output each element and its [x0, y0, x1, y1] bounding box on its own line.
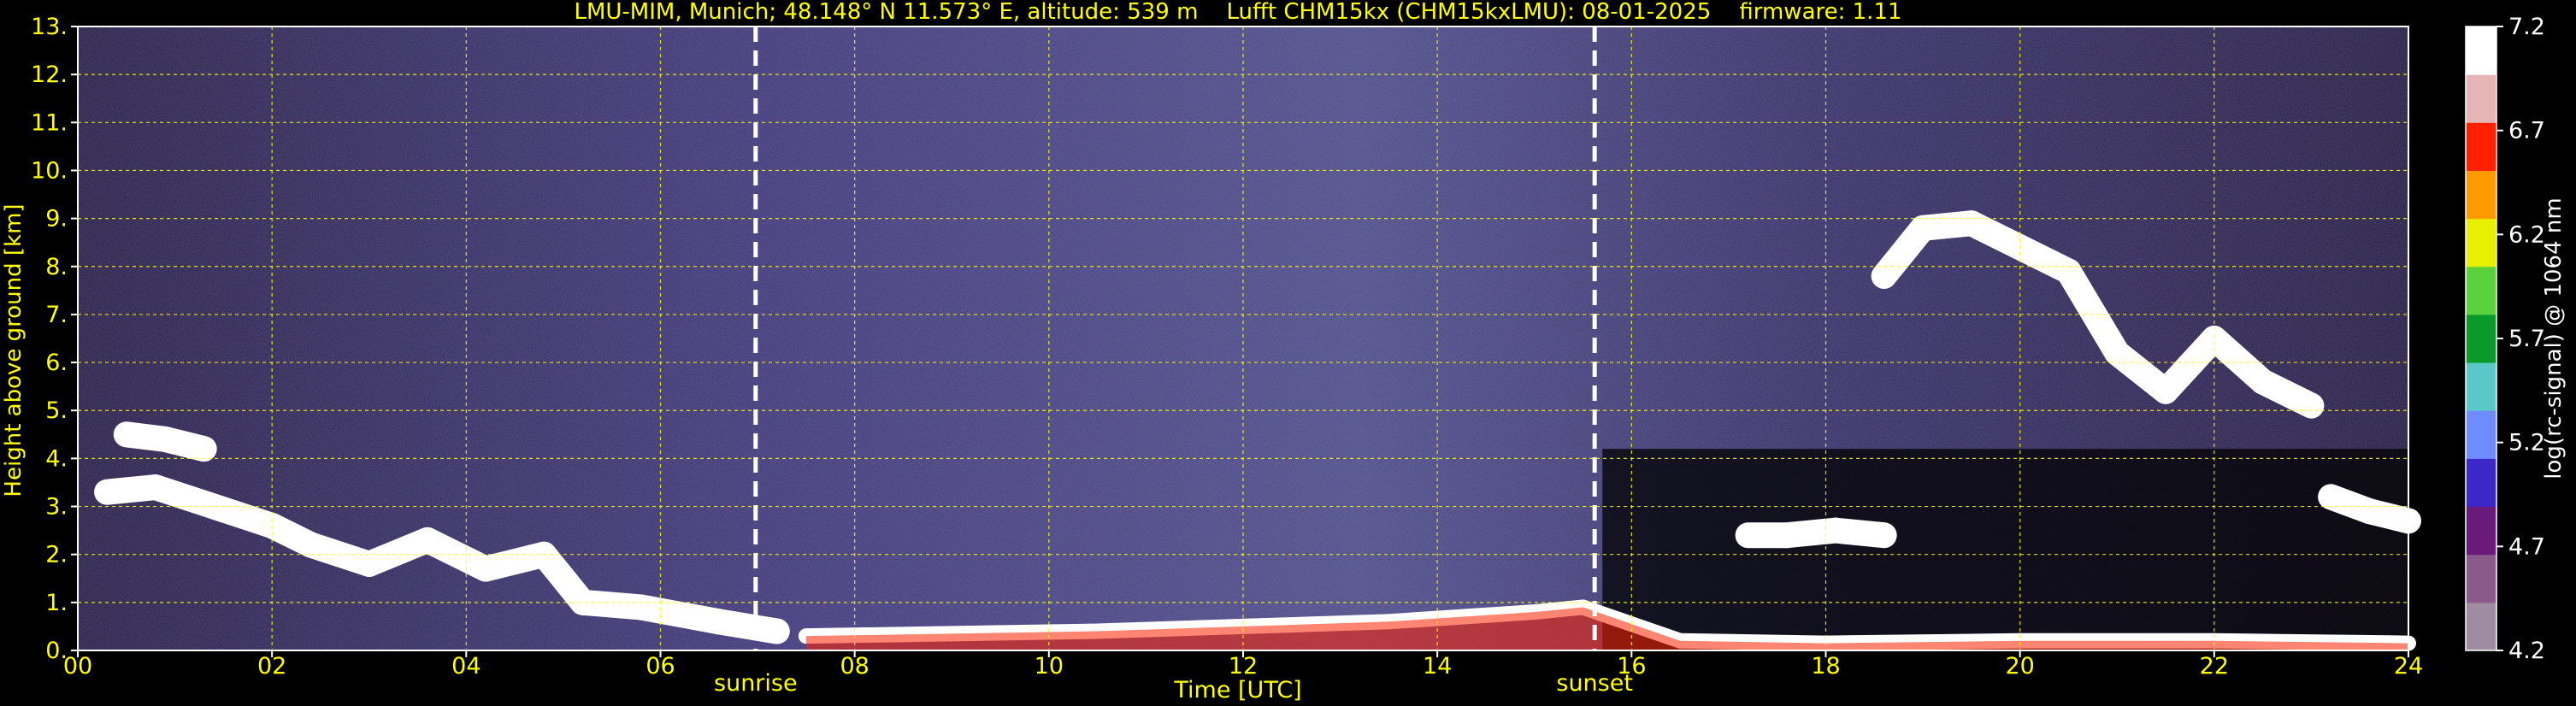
colorbar-tick-label: 7.2 — [2508, 14, 2545, 40]
feature-point — [307, 541, 315, 549]
y-tick-label: 5. — [45, 397, 68, 424]
y-axis-label: Height above ground [km] — [1, 203, 27, 497]
colorbar-swatch — [2466, 314, 2496, 363]
x-tick-label: 12 — [1229, 653, 1258, 680]
feature-point — [365, 560, 373, 568]
x-tick-label: 20 — [2005, 653, 2034, 680]
colorbar-tick-label: 4.2 — [2508, 638, 2545, 664]
colorbar-label: log(rc-signal) @ 1064 nm — [2541, 197, 2567, 479]
x-tick-label: 18 — [1811, 653, 1840, 680]
feature-segment — [2356, 498, 2421, 534]
y-tick-label: 3. — [45, 494, 68, 521]
ceilometer-chart: sunrise sunset 00 02 04 06 08 10 12 14 16 18 20 22 24… — [1, 0, 2567, 703]
x-tick-label: 02 — [257, 653, 286, 680]
y-tick-label: 12. — [31, 62, 68, 88]
x-tick-label: 06 — [645, 653, 675, 680]
plot-area — [78, 26, 2421, 651]
feature-point — [1880, 532, 1888, 539]
y-tick-label: 13. — [31, 14, 68, 40]
feature-point — [1967, 220, 1975, 227]
colorbar-tick-label: 5.7 — [2508, 326, 2545, 352]
feature-point — [2113, 349, 2121, 356]
x-tick-label: 08 — [840, 653, 869, 680]
colorbar-swatch — [2466, 170, 2496, 220]
colorbar-swatch — [2466, 458, 2496, 508]
y-tick-label: 1. — [45, 590, 68, 616]
colorbar-swatch — [2466, 218, 2496, 268]
colorbar-swatch — [2466, 506, 2496, 556]
colorbar-tick-label: 6.7 — [2508, 118, 2545, 144]
colorbar-swatch — [2466, 410, 2496, 459]
feature-point — [200, 445, 208, 453]
colorbar-swatch — [2466, 362, 2496, 411]
sunrise-label: sunrise — [714, 670, 798, 697]
colorbar-swatch — [2466, 554, 2496, 603]
colorbar-tick-label: 5.2 — [2508, 430, 2545, 456]
feature-point — [1783, 532, 1791, 539]
y-tick-label: 4. — [45, 445, 68, 472]
feature-point — [2366, 508, 2373, 515]
colorbar-swatch — [2466, 26, 2496, 75]
feature-point — [423, 536, 431, 544]
x-tick-label: 10 — [1035, 653, 1064, 680]
feature-point — [1744, 532, 1752, 539]
feature-point — [2259, 378, 2267, 385]
x-tick-label: 24 — [2394, 653, 2423, 680]
feature-segment — [705, 609, 790, 644]
colorbar-swatch — [2466, 74, 2496, 123]
x-tick-label: 16 — [1617, 653, 1646, 680]
feature-point — [2162, 387, 2170, 395]
y-tick-label: 7. — [45, 302, 68, 328]
feature-segment — [1822, 517, 1897, 549]
y-tick-label: 2. — [45, 542, 68, 568]
y-tick-label: 9. — [45, 206, 68, 232]
colorbar-tick-label: 4.7 — [2508, 533, 2545, 560]
feature-point — [151, 484, 159, 491]
feature-point — [1831, 527, 1839, 534]
x-tick-label: 22 — [2200, 653, 2229, 680]
feature-point — [482, 565, 490, 573]
y-tick-label: 11. — [31, 109, 68, 136]
low-signal-region — [1602, 449, 2408, 650]
colorbar-tick-label: 6.2 — [2508, 221, 2545, 248]
colorbar-swatch — [2466, 122, 2496, 171]
feature-point — [122, 431, 130, 438]
feature-point — [1880, 273, 1888, 279]
x-axis-label: Time [UTC] — [1173, 677, 1301, 703]
chart-title: LMU-MIM, Munich; 48.148° N 11.573° E, al… — [574, 0, 1901, 25]
colorbar-swatch — [2466, 266, 2496, 315]
colorbar-swatch — [2466, 602, 2496, 651]
y-tick-label: 0. — [45, 638, 68, 664]
feature-point — [637, 603, 645, 611]
feature-point — [773, 627, 781, 635]
feature-point — [1919, 224, 1927, 232]
x-tick-label: 14 — [1423, 653, 1452, 680]
feature-segment — [152, 426, 217, 462]
y-tick-label: 10. — [31, 157, 68, 184]
y-tick-label: 6. — [45, 350, 68, 376]
feature-point — [2327, 493, 2335, 501]
feature-point — [162, 435, 169, 443]
y-tick-label: 8. — [45, 254, 68, 280]
feature-point — [103, 488, 111, 496]
feature-point — [715, 618, 722, 626]
feature-mid-level-cloud — [1735, 517, 1897, 549]
feature-point — [2065, 268, 2072, 275]
feature-point — [2308, 402, 2315, 409]
colorbar: 4.2 4.7 5.2 5.7 6.2 6.7 7.2 — [2465, 14, 2545, 664]
x-tick-label: 04 — [451, 653, 480, 680]
